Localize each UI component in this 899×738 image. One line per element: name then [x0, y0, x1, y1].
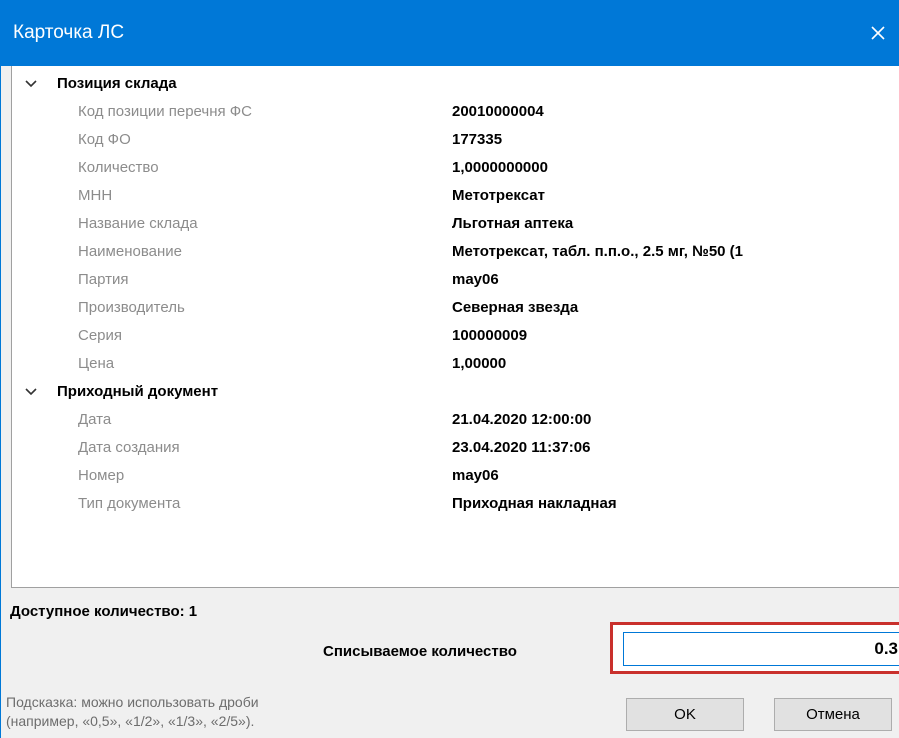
property-value: Метотрексат [452, 187, 545, 204]
category-label: Позиция склада [57, 75, 177, 92]
property-row[interactable]: Номер may06 [12, 464, 899, 488]
window-title: Карточка ЛС [13, 22, 125, 43]
property-name: Дата создания [78, 439, 180, 456]
property-row[interactable]: Партия may06 [12, 268, 899, 292]
property-name: Код позиции перечня ФС [78, 103, 253, 120]
property-name: Производитель [78, 299, 185, 316]
writeoff-quantity-label: Списываемое количество [323, 643, 517, 660]
property-value: 1,0000000000 [452, 159, 548, 176]
writeoff-quantity-input[interactable] [623, 632, 899, 666]
property-value: 23.04.2020 11:37:06 [452, 439, 591, 456]
property-row[interactable]: Название склада Льготная аптека [12, 212, 899, 236]
cancel-button[interactable]: Отмена [774, 698, 892, 731]
property-row[interactable]: Код ФО 177335 [12, 128, 899, 152]
property-value: 21.04.2020 12:00:00 [452, 411, 592, 428]
property-row[interactable]: Наименование Метотрексат, табл. п.п.о., … [12, 240, 899, 264]
property-row[interactable]: Дата 21.04.2020 12:00:00 [12, 408, 899, 432]
property-name: Цена [78, 355, 115, 372]
property-value: may06 [452, 467, 499, 484]
hint-line: Подсказка: можно использовать дроби [6, 694, 259, 710]
title-bar[interactable]: Карточка ЛС [1, 0, 899, 66]
property-name: Код ФО [78, 131, 131, 148]
category-stock-position[interactable]: Позиция склада [12, 72, 899, 96]
property-row[interactable]: Дата создания 23.04.2020 11:37:06 [12, 436, 899, 460]
property-row[interactable]: Количество 1,0000000000 [12, 156, 899, 180]
close-icon [871, 26, 885, 40]
chevron-down-icon[interactable] [24, 385, 38, 399]
chevron-down-icon[interactable] [24, 77, 38, 91]
hint-line: (например, «0,5», «1/2», «1/3», «2/5»). [6, 713, 255, 729]
property-value: Северная звезда [452, 299, 579, 316]
ok-button[interactable]: OK [626, 698, 744, 731]
property-row[interactable]: Код позиции перечня ФС 20010000004 [12, 100, 899, 124]
property-name: Тип документа [78, 495, 181, 512]
property-name: Количество [78, 159, 159, 176]
property-value: 1,00000 [452, 355, 507, 372]
property-row[interactable]: Тип документа Приходная накладная [12, 492, 899, 516]
property-row[interactable]: Цена 1,00000 [12, 352, 899, 376]
property-value: 20010000004 [452, 103, 544, 120]
property-row[interactable]: Производитель Северная звезда [12, 296, 899, 320]
property-value: may06 [452, 271, 499, 288]
close-button[interactable] [856, 8, 899, 58]
category-incoming-document[interactable]: Приходный документ [12, 380, 899, 404]
property-name: Партия [78, 271, 129, 288]
property-row[interactable]: Серия 100000009 [12, 324, 899, 348]
property-value: 100000009 [452, 327, 528, 344]
category-label: Приходный документ [57, 383, 219, 400]
dialog-window: Карточка ЛС Позиция склада Код позиции п… [0, 0, 899, 738]
property-grid[interactable]: Позиция склада Код позиции перечня ФС 20… [11, 66, 899, 588]
property-value: 177335 [452, 131, 503, 148]
property-name: Номер [78, 467, 125, 484]
property-name: Наименование [78, 243, 182, 260]
available-quantity-label: Доступное количество: 1 [10, 603, 198, 620]
property-value: Приходная накладная [452, 495, 617, 512]
property-value: Льготная аптека [452, 215, 574, 232]
property-name: Название склада [78, 215, 198, 232]
property-name: МНН [78, 187, 113, 204]
property-name: Дата [78, 411, 112, 428]
property-value: Метотрексат, табл. п.п.о., 2.5 мг, №50 (… [452, 243, 744, 260]
property-name: Серия [78, 327, 123, 344]
hint-text: Подсказка: можно использовать дроби (нап… [6, 693, 259, 731]
property-row[interactable]: МНН Метотрексат [12, 184, 899, 208]
